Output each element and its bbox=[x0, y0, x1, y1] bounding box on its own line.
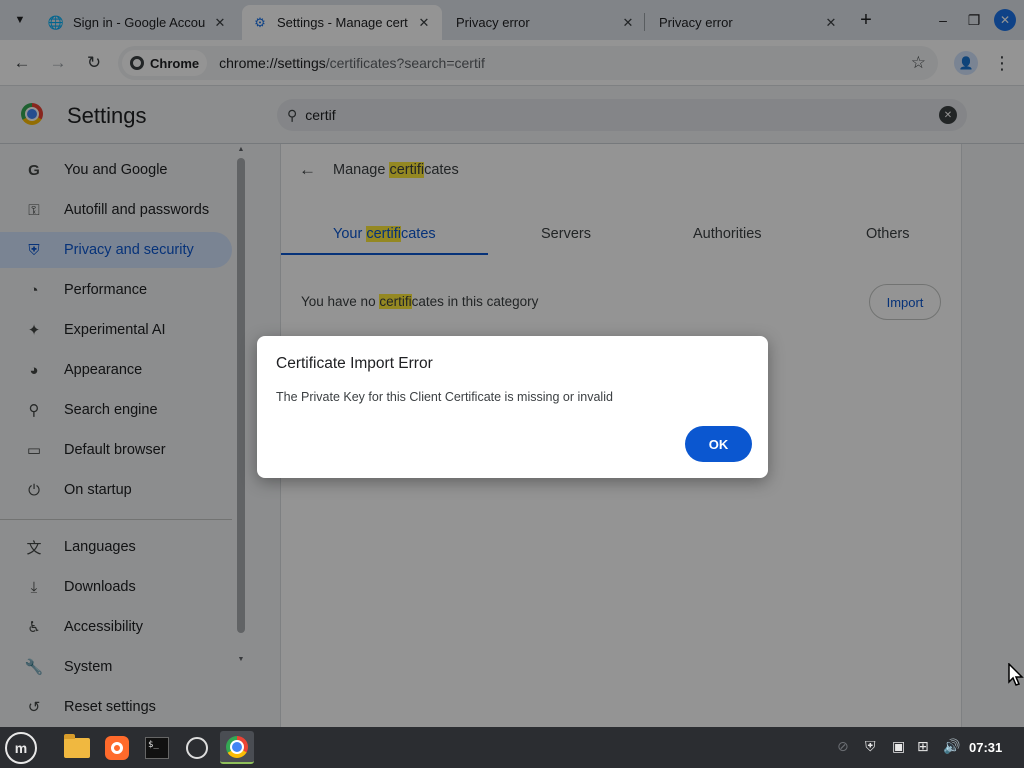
file-manager-launcher[interactable] bbox=[60, 731, 94, 764]
terminal-launcher[interactable]: $_ bbox=[140, 731, 174, 764]
terminal-icon: $_ bbox=[145, 736, 169, 759]
obs-icon bbox=[186, 736, 208, 759]
linux-mint-menu-icon[interactable]: m bbox=[5, 732, 37, 764]
certificate-import-error-dialog: Certificate Import Error The Private Key… bbox=[257, 336, 768, 478]
volume-tray-icon[interactable]: 🔊 bbox=[943, 738, 960, 755]
firefox-launcher[interactable] bbox=[100, 731, 134, 764]
clock[interactable]: 07:31 bbox=[969, 740, 1002, 755]
chrome-icon bbox=[226, 735, 248, 758]
ok-button[interactable]: OK bbox=[685, 426, 752, 462]
folder-icon bbox=[64, 733, 90, 758]
clipboard-tray-icon[interactable]: ▣ bbox=[892, 738, 905, 755]
mouse-cursor-icon bbox=[1008, 663, 1024, 686]
dialog-message: The Private Key for this Client Certific… bbox=[276, 390, 613, 404]
shield-tray-icon[interactable]: ⛨ bbox=[865, 738, 876, 755]
taskbar: m $_ ⊘ ⛨ ▣ ⊞ 🔊 07:31 bbox=[0, 727, 1024, 768]
dialog-title: Certificate Import Error bbox=[276, 355, 433, 372]
obs-launcher[interactable] bbox=[180, 731, 214, 764]
firefox-icon bbox=[105, 735, 129, 760]
update-status-icon[interactable]: ⊘ bbox=[837, 738, 849, 755]
network-tray-icon[interactable]: ⊞ bbox=[917, 738, 929, 755]
chrome-taskbar-button[interactable] bbox=[220, 731, 254, 764]
